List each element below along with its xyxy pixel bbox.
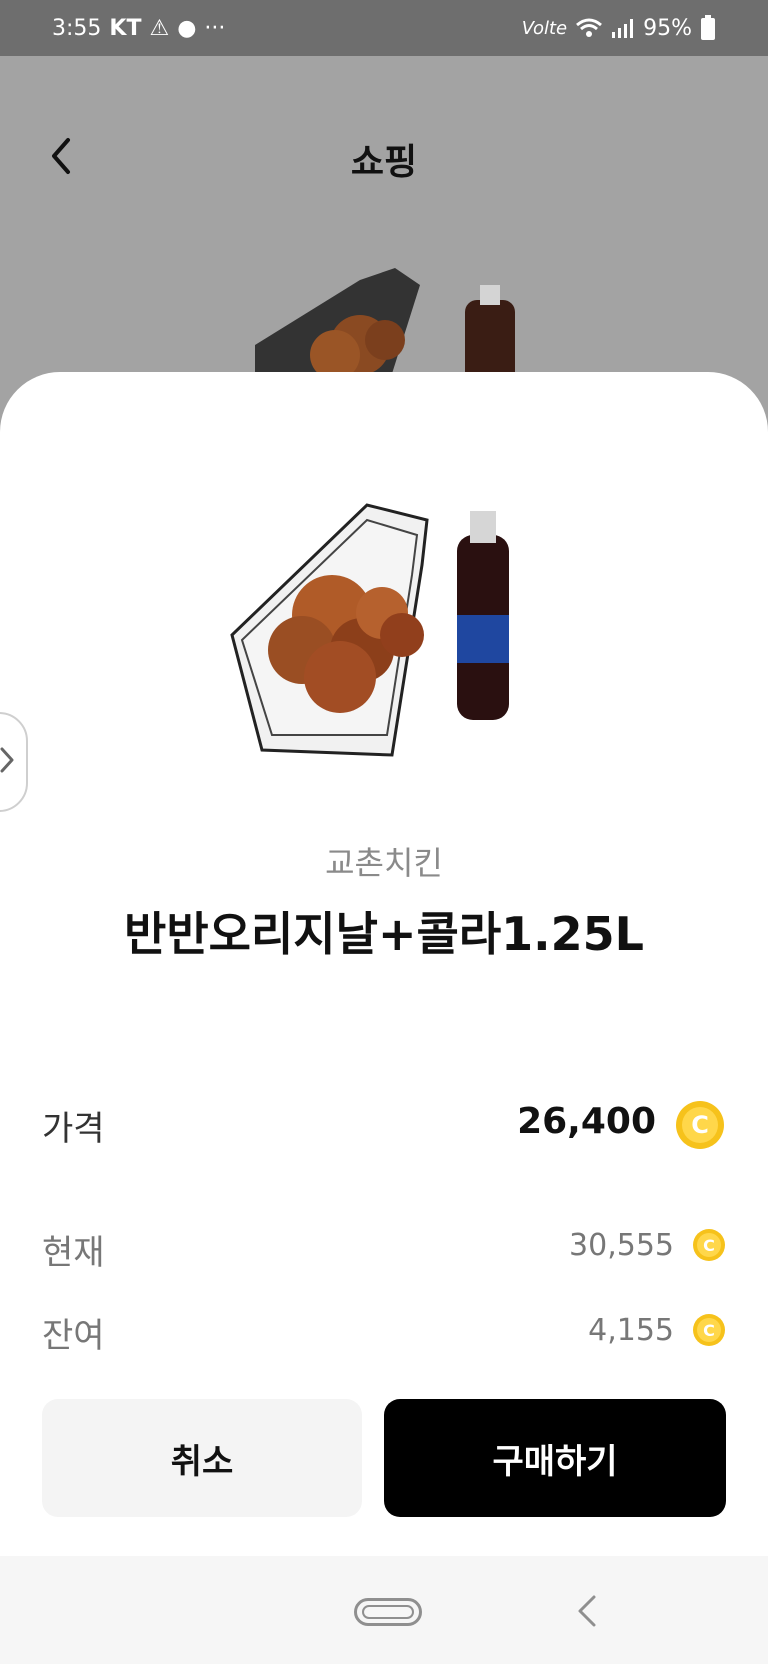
chat-icon: ● bbox=[177, 15, 197, 41]
svg-text:C: C bbox=[691, 1111, 709, 1139]
wifi-icon bbox=[575, 17, 603, 39]
product-brand: 교촌치킨 bbox=[325, 844, 443, 882]
page-title: 쇼핑 bbox=[350, 142, 418, 183]
price-value: 26,400 bbox=[517, 1101, 656, 1142]
current-balance-label: 현재 bbox=[42, 1233, 105, 1273]
side-drawer-handle[interactable] bbox=[0, 712, 28, 812]
status-time: 3:55 bbox=[52, 15, 102, 41]
battery-percent: 95% bbox=[643, 15, 692, 41]
current-balance-value: 30,555 bbox=[569, 1228, 674, 1263]
svg-text:C: C bbox=[703, 1236, 715, 1255]
battery-icon bbox=[700, 15, 716, 41]
signal-icon bbox=[611, 17, 635, 39]
remaining-balance-value: 4,155 bbox=[588, 1313, 674, 1348]
remaining-balance-label: 잔여 bbox=[42, 1316, 105, 1356]
background-product-thumbnail bbox=[255, 268, 515, 380]
volte-text: Volte bbox=[521, 17, 568, 39]
status-overflow: ··· bbox=[204, 15, 226, 41]
status-left: 3:55 KT ⚠ ● ··· bbox=[52, 16, 225, 41]
chevron-left-icon bbox=[572, 1595, 602, 1633]
home-button[interactable] bbox=[354, 1598, 422, 1626]
cancel-button[interactable]: 취소 bbox=[42, 1399, 362, 1517]
coin-icon: C bbox=[676, 1101, 724, 1149]
coin-icon: C bbox=[693, 1229, 725, 1261]
buy-button[interactable]: 구매하기 bbox=[384, 1399, 726, 1517]
price-label: 가격 bbox=[42, 1109, 105, 1149]
nav-back-button[interactable] bbox=[572, 1593, 602, 1629]
notification-icon: ⚠ bbox=[149, 15, 170, 41]
svg-text:C: C bbox=[703, 1321, 715, 1340]
coin-icon: C bbox=[693, 1314, 725, 1346]
chevron-right-icon bbox=[0, 745, 16, 779]
status-carrier: KT bbox=[109, 15, 142, 41]
product-image bbox=[230, 503, 509, 757]
status-bar: 3:55 KT ⚠ ● ··· Volte 95% bbox=[0, 0, 768, 56]
product-name: 반반오리지날+콜라1.25L bbox=[124, 907, 644, 961]
status-right: Volte 95% bbox=[522, 15, 716, 41]
